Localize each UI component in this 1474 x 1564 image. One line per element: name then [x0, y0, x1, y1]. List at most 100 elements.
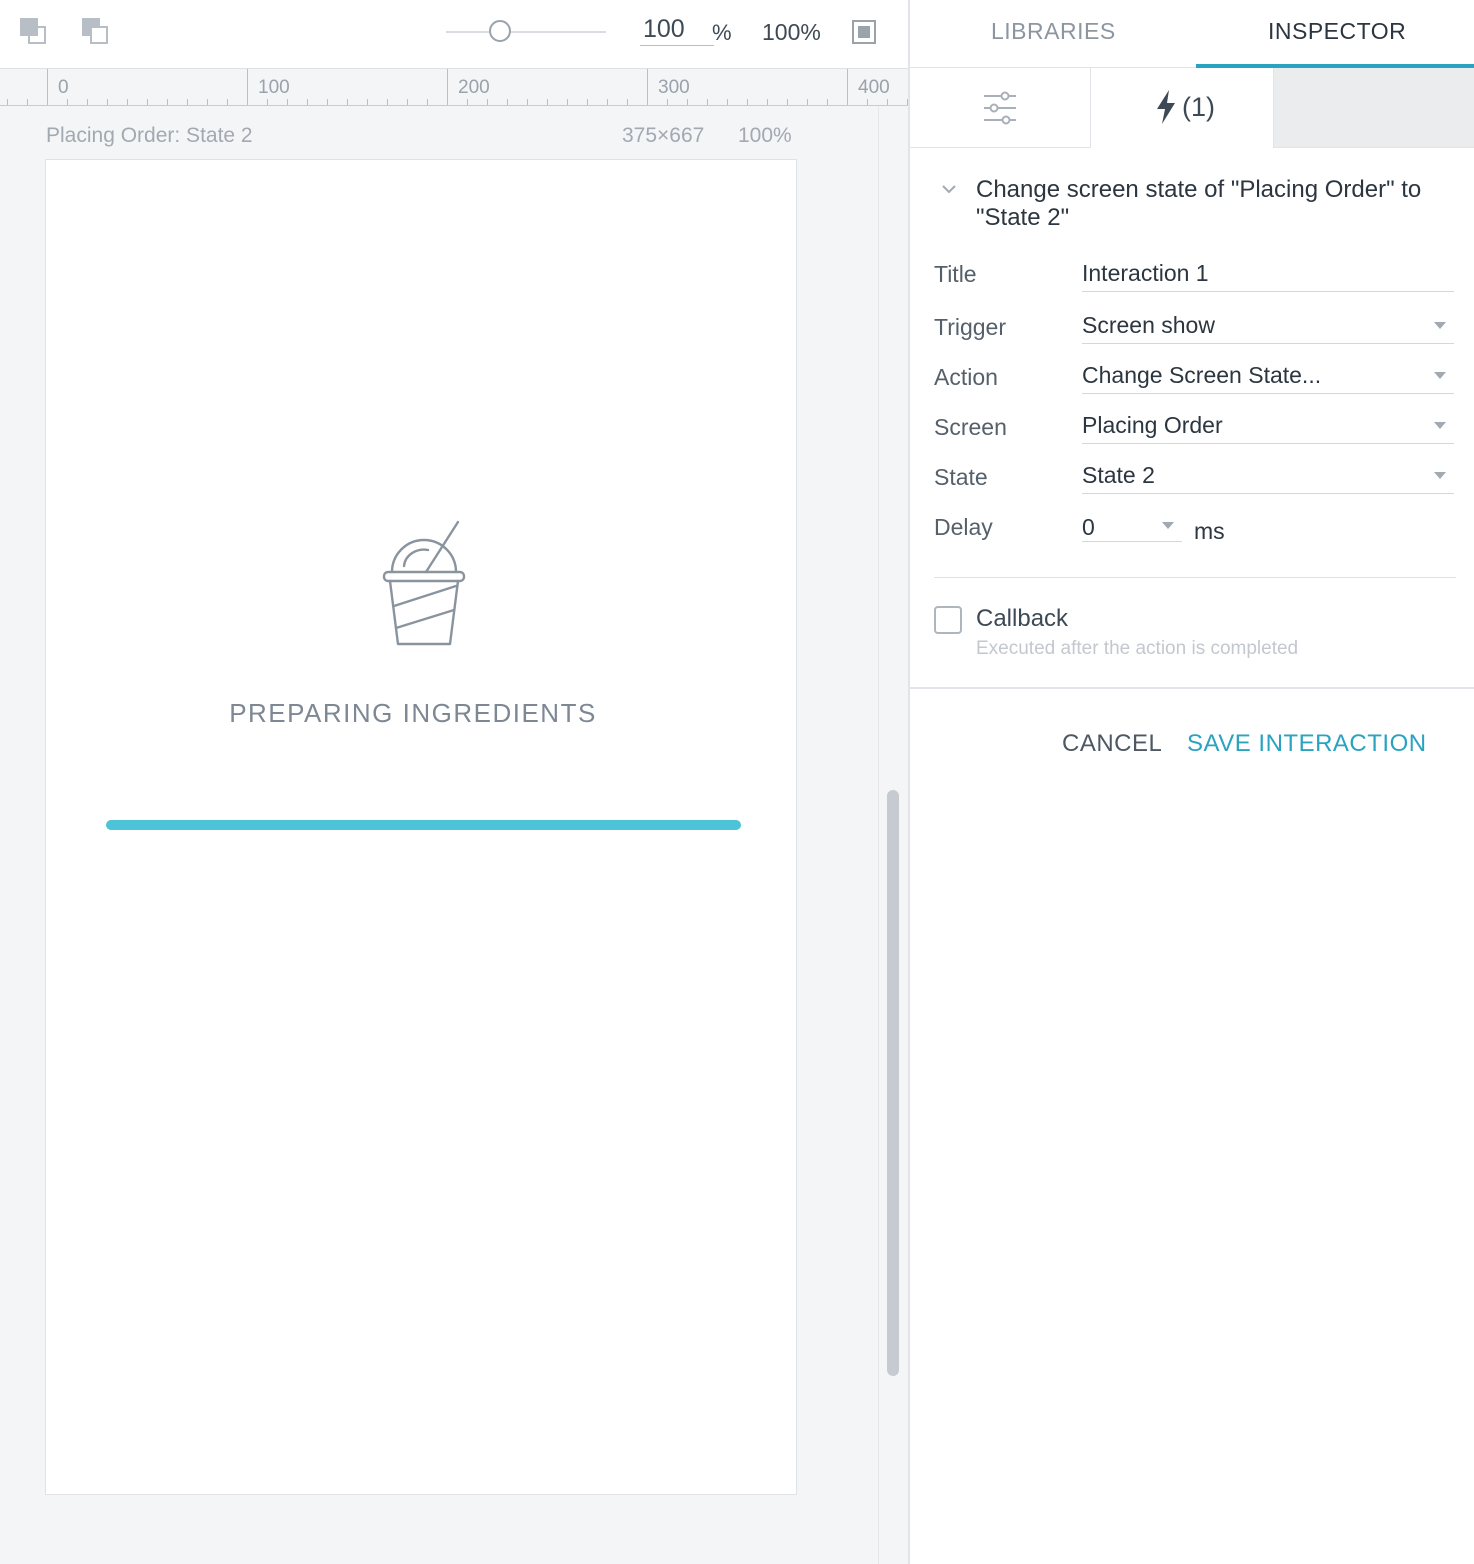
progress-bar [106, 820, 741, 830]
scrollbar-thumb[interactable] [887, 790, 899, 1376]
ruler-tick [587, 99, 588, 105]
trigger-select[interactable]: Screen show [1082, 308, 1454, 344]
tab-libraries[interactable]: LIBRARIES [991, 18, 1116, 45]
subtab-interactions[interactable]: (1) [1091, 68, 1273, 148]
ruler-tick [167, 99, 168, 105]
ruler-tick [507, 99, 508, 105]
chevron-down-icon[interactable] [940, 182, 958, 196]
delay-input[interactable]: 0 [1082, 510, 1182, 542]
trigger-value: Screen show [1082, 312, 1215, 338]
delay-label: Delay [934, 514, 993, 540]
title-label: Title [934, 261, 977, 287]
state-label: State [934, 464, 988, 490]
ruler-tick [307, 99, 308, 105]
action-select[interactable]: Change Screen State... [1082, 358, 1454, 394]
ruler-tick [427, 99, 428, 105]
footer-divider [910, 687, 1474, 689]
dropdown-caret-icon [1162, 522, 1174, 529]
frame-zoom: 100% [738, 124, 792, 147]
ruler-tick [827, 99, 828, 105]
frame-title: Placing Order: State 2 [46, 124, 253, 147]
loading-text: PREPARING INGREDIENTS [229, 698, 597, 728]
ruler-tick [447, 99, 448, 105]
ruler-tick [387, 99, 388, 105]
subtab-properties[interactable] [910, 68, 1091, 148]
ruler-tick [347, 99, 348, 105]
lightning-bolt-icon [1157, 90, 1175, 124]
section-divider [934, 577, 1456, 578]
ruler-tick [847, 99, 848, 105]
zoom-input[interactable] [640, 14, 714, 46]
ruler-tick [287, 99, 288, 105]
zoom-slider[interactable] [446, 31, 606, 33]
title-value: Interaction 1 [1082, 260, 1209, 286]
interaction-summary: Change screen state of "Placing Order" t… [976, 176, 1422, 231]
ruler-tick [47, 99, 48, 105]
frame-size: 375×667 [622, 124, 705, 147]
vertical-scrollbar[interactable] [878, 106, 908, 1564]
callback-checkbox[interactable] [934, 606, 962, 634]
ruler-tick [147, 99, 148, 105]
dropdown-caret-icon [1434, 372, 1446, 379]
action-label: Action [934, 364, 998, 390]
drink-cup-icon [382, 520, 466, 646]
ruler-label: 100 [258, 77, 290, 98]
ruler-label: 400 [858, 77, 890, 98]
zoom-fit-button[interactable]: 100% [762, 19, 821, 46]
ruler-tick [887, 99, 888, 105]
ruler-tick [247, 99, 248, 105]
zoom-unit: % [712, 20, 732, 45]
ruler-tick [767, 99, 768, 105]
progress-bar-fill [106, 820, 741, 830]
screen-select[interactable]: Placing Order [1082, 408, 1454, 444]
horizontal-ruler: 0 100 200 300 400 [0, 68, 908, 106]
dropdown-caret-icon [1434, 422, 1446, 429]
ruler-tick [687, 99, 688, 105]
ruler-tick [787, 99, 788, 105]
callback-label[interactable]: Callback [976, 605, 1068, 633]
canvas-toolbar: % 100% [0, 0, 908, 68]
interactions-count: (1) [1182, 92, 1215, 122]
ruler-tick [867, 99, 868, 105]
ruler-label: 200 [458, 77, 490, 98]
ruler-tick [7, 99, 8, 105]
screen-value: Placing Order [1082, 412, 1223, 438]
ruler-tick [107, 99, 108, 105]
save-interaction-button[interactable]: SAVE INTERACTION [1187, 730, 1427, 758]
ruler-label: 0 [58, 77, 69, 98]
ruler-tick [707, 99, 708, 105]
dropdown-caret-icon [1434, 472, 1446, 479]
ruler-label: 300 [658, 77, 690, 98]
ruler-tick [627, 99, 628, 105]
title-field[interactable]: Interaction 1 [1082, 256, 1454, 292]
send-to-back-icon[interactable] [80, 18, 110, 48]
subtab-empty [1273, 68, 1474, 148]
screen-label: Screen [934, 414, 1007, 440]
ruler-tick [187, 99, 188, 105]
tab-inspector[interactable]: INSPECTOR [1268, 18, 1406, 45]
ruler-tick [807, 99, 808, 105]
action-value: Change Screen State... [1082, 362, 1322, 388]
inspector-subtabs: (1) [910, 68, 1474, 148]
ruler-tick [27, 99, 28, 105]
artboard[interactable]: PREPARING INGREDIENTS [45, 159, 797, 1495]
ruler-tick [207, 99, 208, 105]
ruler-tick [467, 99, 468, 105]
ruler-tick [547, 99, 548, 105]
ruler-tick [127, 99, 128, 105]
state-select[interactable]: State 2 [1082, 458, 1454, 494]
ruler-tick [667, 99, 668, 105]
inspector-panel: LIBRARIES INSPECTOR (1) Change screen st… [910, 0, 1474, 1564]
bring-to-front-icon[interactable] [20, 18, 50, 48]
fit-screen-icon[interactable] [852, 20, 876, 44]
sliders-icon [984, 91, 1016, 125]
ruler-tick [747, 99, 748, 105]
ruler-tick [527, 99, 528, 105]
cancel-button[interactable]: CANCEL [1062, 730, 1162, 758]
ruler-tick [327, 99, 328, 105]
state-value: State 2 [1082, 462, 1155, 488]
zoom-slider-knob[interactable] [489, 20, 511, 42]
ruler-tick [87, 99, 88, 105]
dropdown-caret-icon [1434, 322, 1446, 329]
ruler-tick [487, 99, 488, 105]
